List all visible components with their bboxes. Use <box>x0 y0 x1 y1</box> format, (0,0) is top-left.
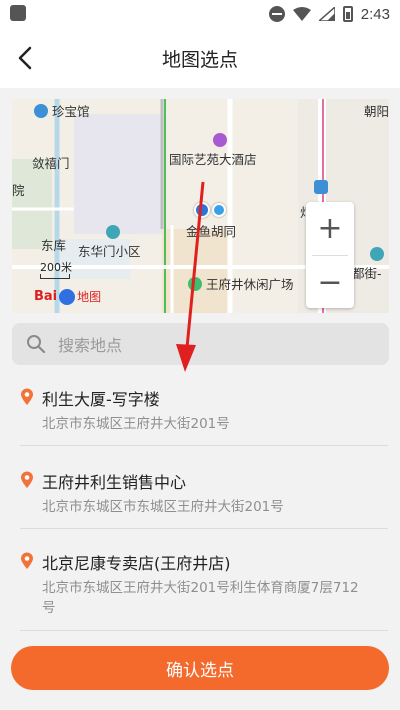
place-address: 北京市东城区市东城区王府井大街201号 <box>42 499 284 515</box>
place-name: 王府井利生销售中心 <box>42 473 187 492</box>
place-address: 北京市东城区王府井大街201号利生体育商厦7层712号 <box>42 580 359 616</box>
do-not-disturb-icon <box>268 6 285 22</box>
status-icons: 2:43 <box>268 4 390 24</box>
divider <box>20 445 388 446</box>
page-title: 地图选点 <box>161 49 238 71</box>
divider <box>20 528 388 529</box>
location-pin-icon <box>21 471 33 488</box>
clock: 2:43 <box>360 5 390 23</box>
place-name: 北京尼康专卖店(王府井店) <box>42 554 231 573</box>
battery-icon <box>342 6 353 22</box>
status-bar: 2:43 <box>0 0 400 28</box>
list-item[interactable]: 北京尼康专卖店(王府井店) 北京市东城区王府井大街201号利生体育商厦7层712… <box>0 550 400 618</box>
list-item[interactable]: 利生大厦-写字楼 北京市东城区王府井大街201号 <box>0 386 400 434</box>
list-item[interactable]: 王府井利生销售中心 北京市东城区市东城区王府井大街201号 <box>0 469 400 517</box>
content-area: 珍宝馆 朝阳 敛禧门 院 国际艺苑大酒店 金鱼胡同 东库 东华门小区 王府井休闲… <box>0 88 400 710</box>
app-notification-icon <box>10 5 26 21</box>
divider <box>20 630 388 631</box>
signal-icon <box>318 7 335 21</box>
wifi-icon <box>292 7 311 21</box>
confirm-button[interactable]: 确认选点 <box>11 646 389 690</box>
location-pin-icon <box>21 388 33 405</box>
annotation-arrow <box>176 181 205 372</box>
location-pin-icon <box>21 552 33 569</box>
place-address: 北京市东城区王府井大街201号 <box>42 416 230 432</box>
header: 地图选点 <box>0 28 400 88</box>
place-name: 利生大厦-写字楼 <box>42 390 160 409</box>
